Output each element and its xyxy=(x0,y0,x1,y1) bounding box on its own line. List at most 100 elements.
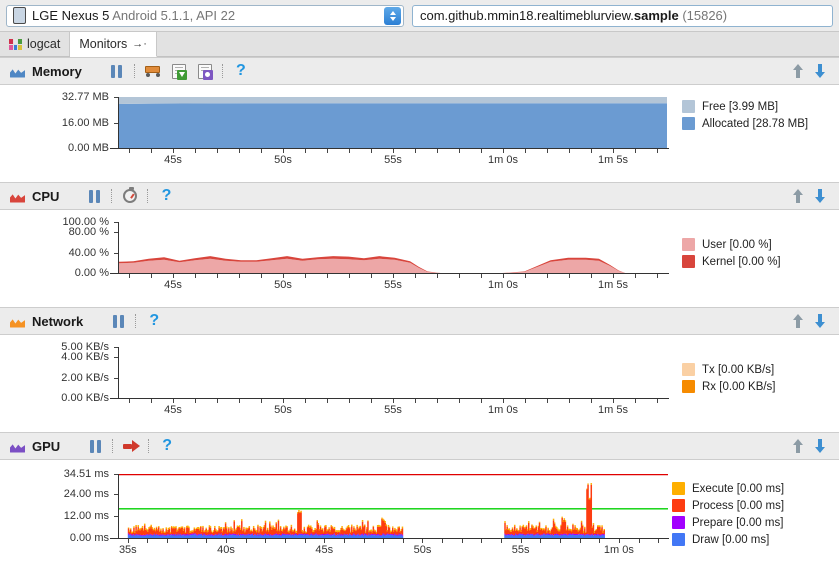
gpu-x-axis-label: 45s xyxy=(315,544,334,556)
x-tick xyxy=(613,274,614,278)
toolbar-separator xyxy=(133,64,136,78)
memory-pause-button[interactable] xyxy=(104,60,130,82)
cpu-nav-up-button[interactable] xyxy=(787,185,809,207)
tab-logcat[interactable]: logcat xyxy=(0,32,71,56)
process-selector[interactable]: com.github.mmin18.realtimeblurview. sampl… xyxy=(412,4,833,27)
gpu-pause-button[interactable] xyxy=(82,435,108,457)
legend-item: Tx [0.00 KB/s] xyxy=(682,363,776,376)
x-tick xyxy=(283,399,284,403)
network-chart-icon xyxy=(10,315,25,328)
legend-item: Allocated [28.78 MB] xyxy=(682,117,808,130)
cpu-pause-button[interactable] xyxy=(81,185,107,207)
memory-y-axis-label: 16.00 MB xyxy=(61,117,109,129)
network-pause-button[interactable] xyxy=(105,310,131,332)
tab-monitors[interactable]: Monitors →· xyxy=(70,32,157,57)
legend-swatch xyxy=(682,380,695,393)
x-tick xyxy=(540,539,542,543)
network-help-button[interactable]: ? xyxy=(141,310,167,332)
gpu-nav-down-button[interactable] xyxy=(809,435,831,457)
x-axis-line xyxy=(110,273,669,274)
toolbar-separator xyxy=(135,314,137,328)
x-tick xyxy=(503,399,504,403)
memory-heap-dump-button[interactable] xyxy=(166,60,192,82)
device-selector[interactable]: LGE Nexus 5 Android 5.1.1, API 22 xyxy=(6,4,404,27)
legend-label: Allocated [28.78 MB] xyxy=(702,117,809,130)
arrow-down-icon xyxy=(814,189,826,203)
x-tick xyxy=(481,399,482,403)
memory-nav-up-button[interactable] xyxy=(787,60,809,82)
x-tick xyxy=(657,274,658,278)
legend-label: User [0.00 %] xyxy=(702,238,772,251)
gpu-trace-button[interactable] xyxy=(118,435,144,457)
network-plot-area xyxy=(119,347,668,398)
x-tick xyxy=(481,539,483,543)
memory-x-axis-label: 55s xyxy=(384,154,402,166)
gpu-y-axis-label: 0.00 ms xyxy=(69,532,109,544)
memory-y-axis-label: 0.00 MB xyxy=(68,142,109,154)
legend-label: Kernel [0.00 %] xyxy=(702,255,781,268)
gpu-plot-area xyxy=(119,474,668,538)
tab-bar: logcat Monitors →· xyxy=(0,32,839,57)
x-tick xyxy=(239,399,240,403)
panel-body-network: 5.00 KB/s 4.00 KB/s 2.00 KB/s 0.00 KB/s 45s 5… xyxy=(0,335,839,432)
x-tick xyxy=(305,274,306,278)
gpu-x-axis-label: 50s xyxy=(413,544,432,556)
x-tick xyxy=(127,539,129,543)
device-os: Android 5.1.1, API 22 xyxy=(112,8,236,23)
cpu-nav-down-button[interactable] xyxy=(809,185,831,207)
panel-header-memory: Memory ? xyxy=(0,57,839,85)
memory-allocation-tracker-button[interactable] xyxy=(192,60,218,82)
arrow-up-icon xyxy=(792,189,804,203)
series-free xyxy=(119,97,667,104)
x-tick xyxy=(591,399,592,403)
toolbar-separator xyxy=(221,64,224,78)
x-tick xyxy=(591,274,592,278)
x-tick xyxy=(327,274,328,278)
network-nav-down-button[interactable] xyxy=(809,310,831,332)
x-tick xyxy=(129,274,130,278)
pause-icon xyxy=(88,189,100,203)
x-tick xyxy=(173,274,174,278)
tab-bar-filler xyxy=(157,32,839,56)
x-tick xyxy=(437,399,438,403)
x-tick xyxy=(327,399,328,403)
chevron-updown-icon[interactable] xyxy=(384,6,401,25)
legend-item: Rx [0.00 KB/s] xyxy=(682,380,776,393)
x-tick xyxy=(363,539,365,543)
legend-swatch xyxy=(682,255,695,268)
memory-gc-button[interactable] xyxy=(140,60,166,82)
gpu-nav-up-button[interactable] xyxy=(787,435,809,457)
network-y-axis-label: 0.00 KB/s xyxy=(61,392,109,404)
cpu-y-axis-label: 0.00 % xyxy=(74,267,109,279)
gpu-help-button[interactable]: ? xyxy=(154,435,180,457)
series-user xyxy=(119,258,667,273)
network-x-axis-label: 55s xyxy=(384,404,402,416)
x-tick xyxy=(283,149,284,153)
panel-header-network: Network ? xyxy=(0,307,839,335)
toolbar-separator xyxy=(148,439,150,453)
cpu-method-trace-button[interactable] xyxy=(117,185,143,207)
help-icon: ? xyxy=(161,187,172,204)
legend-label: Draw [0.00 ms] xyxy=(692,533,770,546)
x-tick xyxy=(195,149,196,153)
x-tick xyxy=(658,539,660,543)
x-tick xyxy=(569,274,570,278)
x-tick xyxy=(265,539,267,543)
cpu-help-button[interactable]: ? xyxy=(153,185,179,207)
x-tick xyxy=(613,149,614,153)
cpu-legend: User [0.00 %] Kernel [0.00 %] xyxy=(682,238,781,268)
cpu-x-axis-label: 1m 5s xyxy=(598,279,628,291)
arrow-right-trace-icon xyxy=(122,439,140,453)
network-nav-up-button[interactable] xyxy=(787,310,809,332)
x-tick xyxy=(383,539,385,543)
x-tick xyxy=(442,539,444,543)
arrow-up-icon xyxy=(792,314,804,328)
x-tick xyxy=(324,539,326,543)
memory-help-button[interactable]: ? xyxy=(228,60,254,82)
memory-nav-down-button[interactable] xyxy=(809,60,831,82)
gpu-y-axis-label: 24.00 ms xyxy=(63,487,109,500)
x-tick xyxy=(304,539,306,543)
network-y-axis-label: 4.00 KB/s xyxy=(61,351,109,364)
x-tick xyxy=(503,149,504,153)
gpu-y-axis-label: 12.00 ms xyxy=(63,509,109,522)
